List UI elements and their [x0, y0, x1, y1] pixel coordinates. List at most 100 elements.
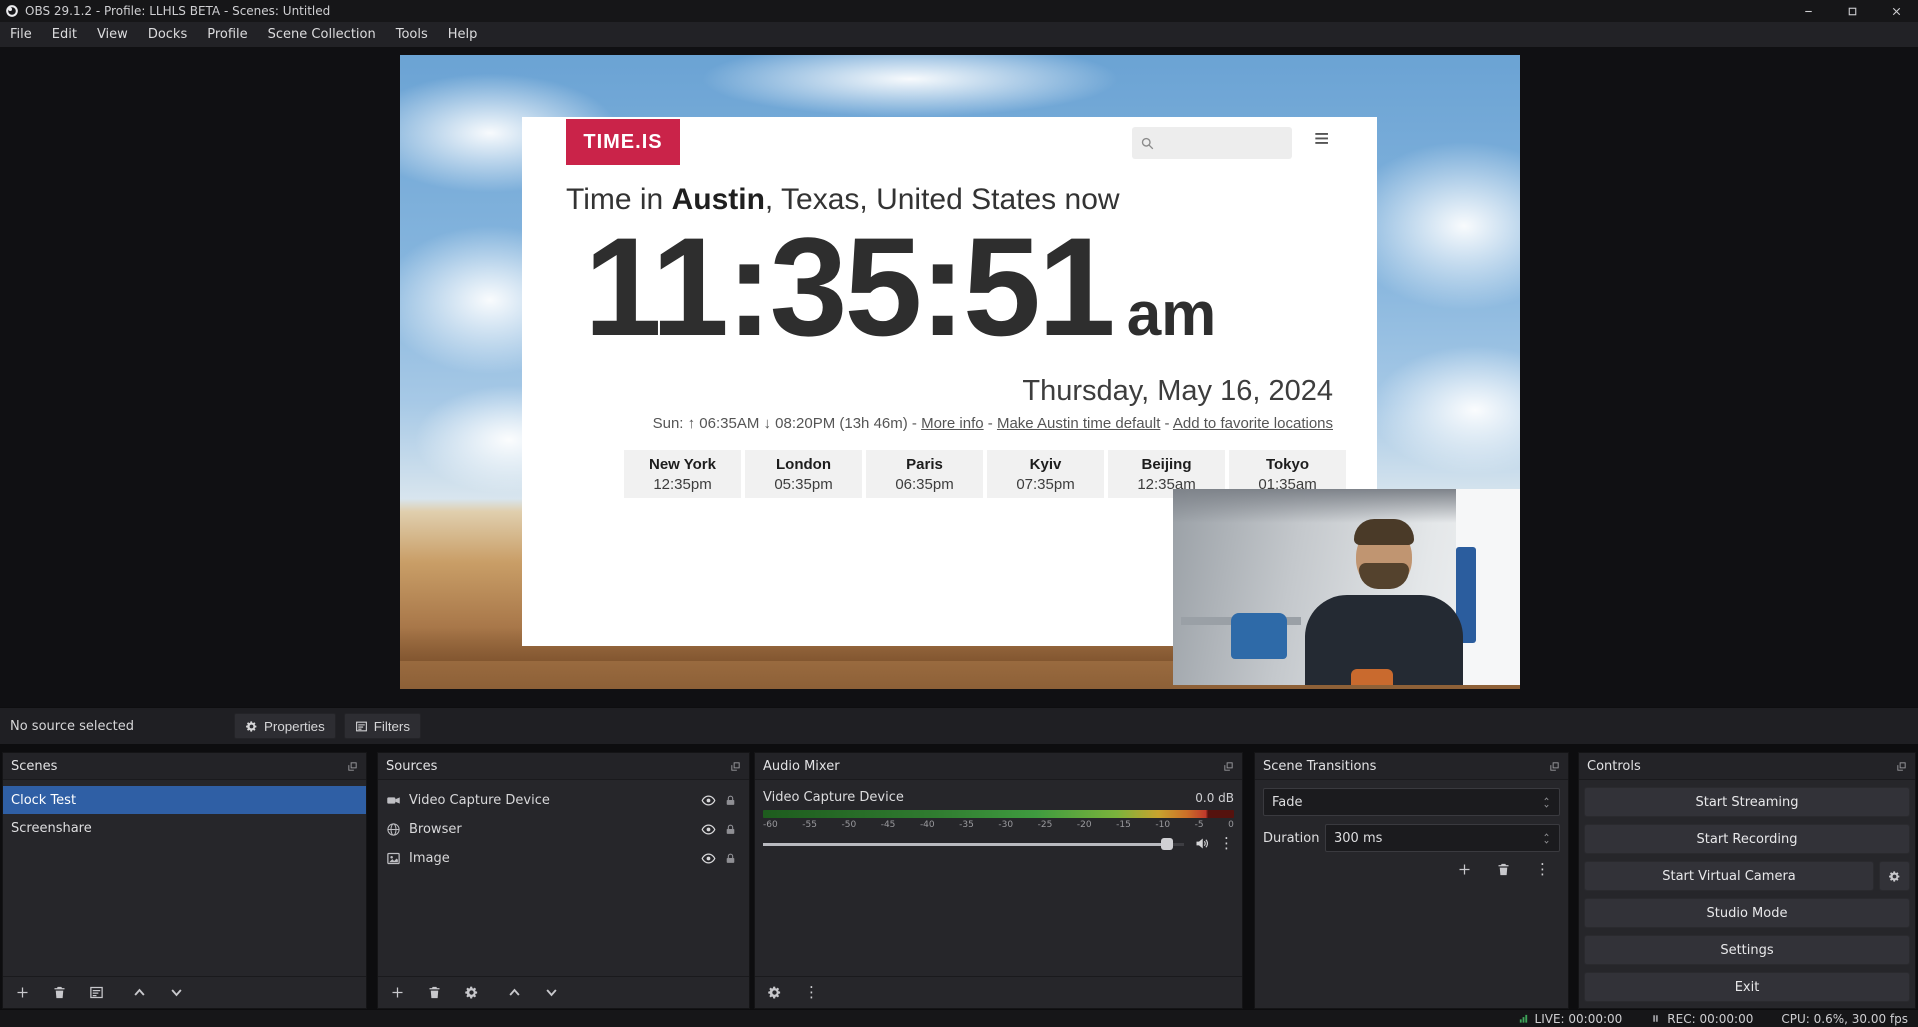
gear-icon [1888, 870, 1901, 883]
sources-dock-header[interactable]: Sources [378, 753, 749, 780]
hamburger-menu-icon: ≡ [1314, 125, 1329, 151]
lock-icon[interactable] [724, 794, 737, 807]
dock-popout-icon[interactable] [1896, 761, 1907, 772]
titlebar[interactable]: OBS 29.1.2 - Profile: LLHLS BETA - Scene… [0, 0, 1918, 22]
channel-options-icon[interactable]: ⋮ [1219, 836, 1234, 851]
mixer-options-icon[interactable]: ⋮ [804, 985, 819, 1000]
sources-dock: Sources Video Capture Device Browser Ima… [377, 752, 750, 1009]
cpu-status: CPU: 0.6%, 30.00 fps [1781, 1012, 1908, 1026]
filters-icon [355, 720, 368, 733]
virtual-camera-config-button[interactable] [1879, 861, 1910, 891]
add-source-icon[interactable] [390, 985, 405, 1000]
sun-info-line: Sun: ↑ 06:35AM ↓ 08:20PM (13h 46m) - Mor… [653, 415, 1333, 432]
studio-mode-button[interactable]: Studio Mode [1584, 898, 1910, 928]
volume-slider-handle[interactable] [1161, 838, 1173, 850]
volume-meter [763, 810, 1234, 818]
move-scene-down-icon[interactable] [169, 985, 184, 1000]
dock-popout-icon[interactable] [347, 761, 358, 772]
lock-icon[interactable] [724, 823, 737, 836]
search-icon [1140, 136, 1155, 151]
more-info-link: More info [921, 415, 984, 432]
menu-tools[interactable]: Tools [386, 22, 438, 47]
menu-file[interactable]: File [0, 22, 42, 47]
remove-source-icon[interactable] [427, 985, 442, 1000]
advanced-audio-gear-icon[interactable] [767, 985, 782, 1000]
audio-mixer-dock: Audio Mixer Video Capture Device 0.0 dB … [754, 752, 1243, 1009]
menu-help[interactable]: Help [438, 22, 488, 47]
dock-popout-icon[interactable] [1223, 761, 1234, 772]
menubar: File Edit View Docks Profile Scene Colle… [0, 22, 1918, 48]
dock-popout-icon[interactable] [1549, 761, 1560, 772]
scene-item-clock-test[interactable]: Clock Test [3, 786, 366, 814]
settings-button[interactable]: Settings [1584, 935, 1910, 965]
duration-label: Duration [1263, 831, 1325, 846]
scenes-dock: Scenes Clock Test Screenshare [2, 752, 367, 1009]
gear-icon [245, 720, 258, 733]
meter-scale: -60-55-50-45-40-35-30-25-20-15-10-50 [763, 820, 1234, 830]
controls-dock-header[interactable]: Controls [1579, 753, 1915, 780]
source-properties-gear-icon[interactable] [464, 985, 479, 1000]
source-status-text: No source selected [10, 719, 134, 734]
speaker-mute-icon[interactable] [1194, 836, 1209, 851]
start-virtual-camera-button[interactable]: Start Virtual Camera [1584, 861, 1874, 891]
duration-spinbox[interactable]: 300 ms [1325, 824, 1560, 852]
close-button[interactable] [1874, 0, 1918, 22]
mixer-channel: Video Capture Device 0.0 dB -60-55-50-45… [755, 780, 1242, 859]
filters-button[interactable]: Filters [344, 713, 421, 739]
mixer-level-db: 0.0 dB [1195, 791, 1234, 805]
move-scene-up-icon[interactable] [132, 985, 147, 1000]
menu-docks[interactable]: Docks [138, 22, 197, 47]
city-card: London05:35pm [745, 450, 862, 498]
visibility-eye-icon[interactable] [701, 793, 716, 808]
source-item-video-capture[interactable]: Video Capture Device [378, 786, 749, 815]
recording-pause-icon [1650, 1013, 1661, 1024]
source-item-browser[interactable]: Browser [378, 815, 749, 844]
menu-view[interactable]: View [87, 22, 138, 47]
add-scene-icon[interactable] [15, 985, 30, 1000]
scenes-toolbar [3, 976, 366, 1008]
stream-health-icon [1518, 1013, 1529, 1024]
scenes-dock-header[interactable]: Scenes [3, 753, 366, 780]
make-default-link: Make Austin time default [997, 415, 1160, 432]
spin-arrows-icon[interactable] [1542, 832, 1551, 845]
visibility-eye-icon[interactable] [701, 851, 716, 866]
camera-icon [386, 793, 401, 808]
transition-select[interactable]: Fade [1263, 788, 1560, 816]
mixer-channel-name: Video Capture Device [763, 790, 904, 805]
visibility-eye-icon[interactable] [701, 822, 716, 837]
volume-slider[interactable] [763, 837, 1184, 851]
audio-mixer-dock-header[interactable]: Audio Mixer [755, 753, 1242, 780]
remove-scene-icon[interactable] [52, 985, 67, 1000]
city-card: Paris06:35pm [866, 450, 983, 498]
menu-profile[interactable]: Profile [197, 22, 257, 47]
controls-dock: Controls Start Streaming Start Recording… [1578, 752, 1916, 1009]
minimize-button[interactable] [1786, 0, 1830, 22]
exit-button[interactable]: Exit [1584, 972, 1910, 1002]
image-icon [386, 851, 401, 866]
move-source-down-icon[interactable] [544, 985, 559, 1000]
transitions-dock-header[interactable]: Scene Transitions [1255, 753, 1568, 780]
source-item-image[interactable]: Image [378, 844, 749, 873]
add-transition-icon[interactable] [1457, 862, 1472, 877]
move-source-up-icon[interactable] [507, 985, 522, 1000]
remove-transition-icon[interactable] [1496, 862, 1511, 877]
city-card: Kyiv07:35pm [987, 450, 1104, 498]
maximize-button[interactable] [1830, 0, 1874, 22]
clock-time: 11:35:51am [584, 217, 1216, 357]
source-list: Video Capture Device Browser Image [378, 780, 749, 873]
combo-arrows-icon [1542, 796, 1551, 809]
scene-transitions-dock: Scene Transitions Fade Duration 300 ms [1254, 752, 1569, 1009]
scene-item-screenshare[interactable]: Screenshare [3, 814, 366, 842]
scene-filters-icon[interactable] [89, 985, 104, 1000]
menu-edit[interactable]: Edit [42, 22, 87, 47]
webcam-overlay [1173, 489, 1520, 685]
start-streaming-button[interactable]: Start Streaming [1584, 787, 1910, 817]
preview-canvas[interactable]: TIME.IS ≡ Time in Austin, Texas, United … [400, 55, 1520, 689]
lock-icon[interactable] [724, 852, 737, 865]
menu-scene-collection[interactable]: Scene Collection [258, 22, 386, 47]
dock-popout-icon[interactable] [730, 761, 741, 772]
source-context-toolbar: No source selected Properties Filters [0, 707, 1918, 744]
properties-button[interactable]: Properties [234, 713, 336, 739]
start-recording-button[interactable]: Start Recording [1584, 824, 1910, 854]
transition-options-icon[interactable]: ⋮ [1535, 862, 1550, 877]
